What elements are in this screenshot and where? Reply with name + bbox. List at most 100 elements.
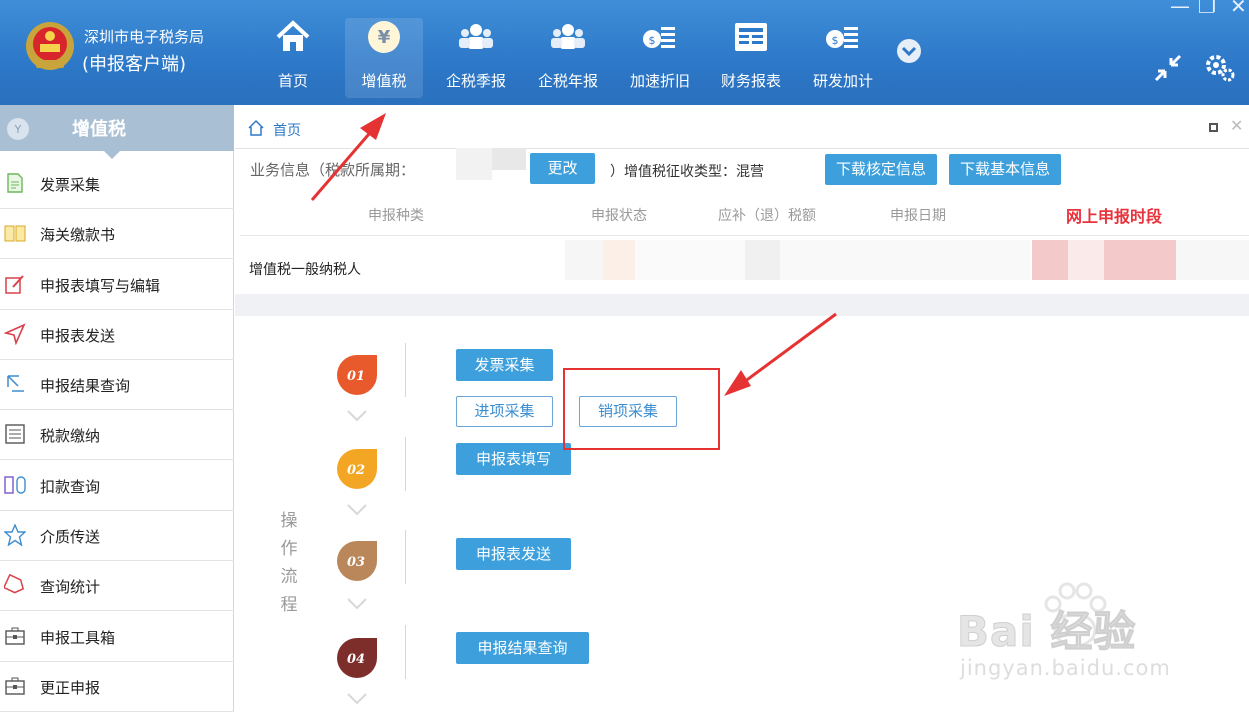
redacted-cell [603, 240, 635, 280]
sidebar-title: 增值税 [72, 119, 126, 140]
sidebar-item-label: 扣款查询 [40, 478, 101, 496]
sidebar-item-label: 申报表发送 [40, 327, 116, 345]
brand-line2: (申报客户端) [82, 54, 187, 75]
col-header-status: 申报状态 [591, 208, 647, 224]
download-basic-info-button[interactable]: 下载基本信息 [949, 154, 1061, 185]
restore-button[interactable]: ❐ [1198, 0, 1216, 18]
svg-text:Y: Y [14, 123, 22, 136]
step-badge-02: 02 [337, 449, 377, 489]
toolbox-icon [5, 627, 25, 645]
sidebar-notch [104, 151, 120, 159]
redacted-period [456, 148, 492, 180]
flow-label-char: 操 [280, 511, 298, 531]
app-header: 深圳市电子税务局 (申报客户端) — ❐ ✕ 首页 ¥ 增值税 企税季报 企税年… [0, 0, 1249, 105]
sidebar-item-label: 发票采集 [40, 176, 101, 194]
fill-return-button[interactable]: 申报表填写 [456, 443, 571, 475]
tax-emblem-icon [26, 22, 74, 70]
sidebar-item-media[interactable]: 介质传送 [0, 511, 234, 562]
nav-financial[interactable]: 财务报表 [712, 18, 790, 98]
collapse-icon[interactable] [1152, 52, 1184, 84]
book-icon [4, 225, 26, 242]
sidebar-header: Y 增值税 [0, 105, 234, 151]
sidebar-item-label: 海关缴款书 [40, 226, 116, 244]
sidebar-item-result[interactable]: 申报结果查询 [0, 360, 234, 411]
arrow-to-output-collect [739, 312, 837, 387]
chevron-down-icon [347, 693, 367, 705]
step-divider [405, 530, 406, 584]
highlight-box [563, 368, 720, 450]
nav-label: 企税季报 [445, 72, 506, 90]
flow-label-char: 程 [280, 595, 298, 615]
minimize-button[interactable]: — [1170, 0, 1190, 18]
nav-home[interactable]: 首页 [254, 18, 332, 98]
sidebar-item-label: 税款缴纳 [40, 427, 101, 445]
chevron-down-icon[interactable] [896, 38, 922, 64]
nav-depreciation[interactable]: $ 加速折旧 [621, 18, 699, 98]
business-info-label: 业务信息（税款所属期： [250, 161, 416, 179]
svg-text:02: 02 [347, 463, 365, 478]
svg-text:¥: ¥ [378, 27, 391, 48]
gear-icon[interactable] [1204, 52, 1236, 84]
nav-label: 企税年报 [537, 72, 598, 90]
result-query-button[interactable]: 申报结果查询 [456, 632, 589, 664]
svg-text:03: 03 [347, 555, 365, 570]
svg-text:01: 01 [347, 369, 365, 384]
nav-label: 加速折旧 [629, 72, 690, 90]
download-check-info-button[interactable]: 下载核定信息 [825, 154, 937, 185]
watermark-url: jingyan.baidu.com [960, 656, 1171, 680]
send-return-button[interactable]: 申报表发送 [456, 538, 571, 570]
sidebar-item-label: 介质传送 [40, 528, 101, 546]
breadcrumb-home[interactable]: 首页 [273, 120, 301, 140]
sidebar-item-label: 查询统计 [40, 578, 101, 596]
nav-rd[interactable]: $ 研发加计 [804, 18, 882, 98]
invoice-collect-button[interactable]: 发票采集 [456, 349, 553, 381]
input-collect-button[interactable]: 进项采集 [456, 396, 553, 427]
home-icon[interactable] [247, 119, 265, 137]
redacted-cell [1032, 240, 1068, 280]
sidebar-item-invoice[interactable]: 发票采集 [0, 159, 234, 210]
maximize-icon[interactable] [1209, 123, 1218, 132]
sidebar-item-deduction[interactable]: 扣款查询 [0, 461, 234, 512]
nav-label: 增值税 [361, 72, 407, 90]
step-divider [405, 437, 406, 491]
tag-icon [4, 574, 25, 594]
deduction-icon [4, 476, 26, 494]
sidebar-item-send[interactable]: 申报表发送 [0, 310, 234, 361]
step-badge-03: 03 [337, 541, 377, 581]
close-icon[interactable]: ✕ [1230, 116, 1243, 135]
nav-vat[interactable]: ¥ 增值税 [345, 18, 423, 98]
redacted-period [492, 148, 526, 170]
redacted-cell [1068, 240, 1104, 280]
redacted-cell [635, 240, 745, 280]
nav-quarterly[interactable]: 企税季报 [437, 18, 515, 98]
sidebar-item-stats[interactable]: 查询统计 [0, 561, 234, 612]
list-icon [5, 424, 25, 444]
vat-type-text: ）增值税征收类型：混营 [610, 164, 764, 180]
step-divider [405, 625, 406, 679]
redacted-cell [1176, 240, 1249, 280]
change-period-button[interactable]: 更改 [530, 153, 595, 184]
redacted-cell [780, 240, 1030, 280]
star-icon [4, 524, 26, 546]
search-doc-icon [7, 375, 24, 392]
sidebar-item-toolbox[interactable]: 申报工具箱 [0, 612, 234, 663]
nav-label: 财务报表 [720, 72, 781, 90]
sidebar-item-customs[interactable]: 海关缴款书 [0, 209, 234, 260]
table-row-label: 增值税一般纳税人 [249, 262, 361, 278]
yen-coin-icon: ¥ [368, 21, 400, 53]
sidebar-item-correction[interactable]: 更正申报 [0, 662, 234, 712]
chevron-down-icon [347, 504, 367, 516]
flow-label-char: 作 [280, 539, 298, 559]
home-icon [276, 20, 310, 51]
close-button[interactable]: ✕ [1230, 0, 1247, 18]
svg-text:$: $ [649, 34, 656, 47]
section-divider [235, 294, 1249, 316]
sidebar-item-payment[interactable]: 税款缴纳 [0, 410, 234, 461]
sidebar-item-label: 申报结果查询 [40, 377, 131, 395]
nav-label: 研发加计 [812, 72, 873, 90]
sidebar-item-edit[interactable]: 申报表填写与编辑 [0, 260, 234, 311]
toolbox-icon [5, 677, 25, 695]
nav-annual[interactable]: 企税年报 [529, 18, 607, 98]
sidebar-item-label: 申报表填写与编辑 [40, 277, 161, 295]
chevron-down-icon [347, 598, 367, 610]
